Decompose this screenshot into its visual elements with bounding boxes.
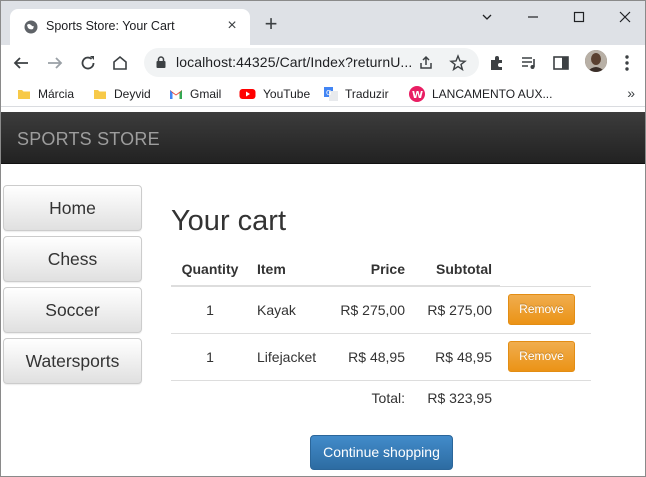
cell-price: R$ 275,00 — [327, 285, 413, 333]
back-arrow-icon[interactable] — [9, 51, 33, 75]
bookmarks-overflow-icon[interactable]: » — [627, 85, 635, 101]
tab-search-icon[interactable] — [477, 7, 497, 27]
category-home-button[interactable]: Home — [3, 185, 142, 231]
cell-action: Remove — [500, 285, 591, 333]
lock-icon[interactable] — [154, 55, 168, 69]
total-label: Total: — [171, 379, 413, 416]
bookmark-marcia[interactable]: Márcia — [17, 85, 74, 103]
bookmark-label: Traduzir — [345, 87, 389, 101]
folder-icon — [18, 89, 30, 99]
gmail-icon — [170, 89, 182, 99]
category-chess-button[interactable]: Chess — [3, 236, 142, 282]
cell-item: Lifejacket — [249, 332, 327, 380]
url-text[interactable]: localhost:44325/Cart/Index?returnU... — [176, 54, 412, 70]
bookmark-label: Márcia — [38, 87, 75, 101]
cell-item: Kayak — [249, 285, 327, 333]
bookmark-label: LANCAMENTO AUX... — [432, 87, 553, 101]
bookmark-gmail[interactable]: Gmail — [169, 85, 221, 103]
cell-subtotal: R$ 275,00 — [413, 285, 500, 333]
youtube-icon — [239, 88, 256, 99]
bookmark-label: Gmail — [190, 87, 222, 101]
svg-text:W: W — [412, 90, 423, 101]
continue-shopping-button[interactable]: Continue shopping — [310, 435, 453, 470]
more-vert-icon[interactable] — [617, 53, 637, 73]
table-row: 1 Kayak R$ 275,00 R$ 275,00 Remove — [171, 285, 591, 333]
site-brand[interactable]: SPORTS STORE — [17, 129, 160, 150]
media-queue-icon[interactable] — [520, 54, 538, 72]
share-icon[interactable] — [417, 54, 435, 72]
browser-window: Sports Store: Your Cart × + localhost:44… — [0, 0, 646, 477]
bookmark-lancamento[interactable]: W LANCAMENTO AUX... — [409, 85, 552, 103]
forward-arrow-icon[interactable] — [43, 51, 67, 75]
address-bar[interactable]: localhost:44325/Cart/Index?returnU... — [144, 48, 479, 77]
profile-photo-icon — [585, 50, 607, 72]
page-title: Your cart — [171, 205, 286, 237]
tab-strip: Sports Store: Your Cart × + — [1, 1, 645, 45]
tab-title: Sports Store: Your Cart — [46, 19, 175, 33]
total-row: Total: R$ 323,95 — [171, 379, 591, 416]
category-watersports-button[interactable]: Watersports — [3, 338, 142, 384]
category-soccer-button[interactable]: Soccer — [3, 287, 142, 333]
cart-table: Quantity Item Price Subtotal 1 Kayak R$ … — [171, 253, 591, 416]
total-empty-cell — [500, 379, 591, 416]
globe-icon — [24, 20, 38, 34]
bookmark-deyvid[interactable]: Deyvid — [93, 85, 151, 103]
profile-avatar[interactable] — [585, 50, 607, 72]
bookmarks-bar: Márcia Deyvid Gmail YouTube G Traduzir W… — [1, 81, 645, 107]
side-panel-icon[interactable] — [552, 54, 570, 72]
column-header-price: Price — [327, 253, 413, 287]
web-page: SPORTS STORE Home Chess Soccer Waterspor… — [1, 112, 645, 476]
column-header-item: Item — [249, 253, 327, 287]
minimize-icon[interactable] — [523, 7, 543, 27]
translate-icon: G — [324, 86, 338, 101]
browser-toolbar: localhost:44325/Cart/Index?returnU... — [1, 45, 645, 81]
star-icon[interactable] — [449, 54, 467, 72]
maximize-icon[interactable] — [569, 7, 589, 27]
new-tab-icon[interactable]: + — [261, 13, 281, 35]
home-icon[interactable] — [108, 51, 132, 75]
bookmark-label: YouTube — [263, 87, 311, 101]
cell-action: Remove — [500, 332, 591, 380]
table-row: 1 Lifejacket R$ 48,95 R$ 48,95 Remove — [171, 332, 591, 380]
svg-text:G: G — [326, 89, 331, 97]
total-value: R$ 323,95 — [413, 379, 500, 416]
remove-button[interactable]: Remove — [508, 294, 575, 325]
cell-quantity: 1 — [171, 285, 249, 333]
bookmark-traduzir[interactable]: G Traduzir — [324, 85, 389, 103]
browser-tab[interactable]: Sports Store: Your Cart × — [10, 9, 250, 45]
cell-quantity: 1 — [171, 332, 249, 380]
column-header-actions — [500, 253, 591, 286]
reload-icon[interactable] — [76, 51, 100, 75]
bookmark-label: Deyvid — [114, 87, 151, 101]
extensions-puzzle-icon[interactable] — [488, 54, 506, 72]
column-header-subtotal: Subtotal — [413, 253, 500, 287]
app-icon: W — [409, 85, 425, 102]
close-window-icon[interactable] — [615, 7, 635, 27]
bookmark-youtube[interactable]: YouTube — [239, 85, 310, 103]
site-navbar: SPORTS STORE — [1, 112, 645, 164]
table-header-row: Quantity Item Price Subtotal — [171, 253, 591, 287]
cell-subtotal: R$ 48,95 — [413, 332, 500, 380]
close-tab-icon[interactable]: × — [224, 18, 240, 34]
column-header-quantity: Quantity — [171, 253, 249, 287]
cell-price: R$ 48,95 — [327, 332, 413, 380]
remove-button[interactable]: Remove — [508, 341, 575, 372]
folder-icon — [94, 89, 106, 99]
